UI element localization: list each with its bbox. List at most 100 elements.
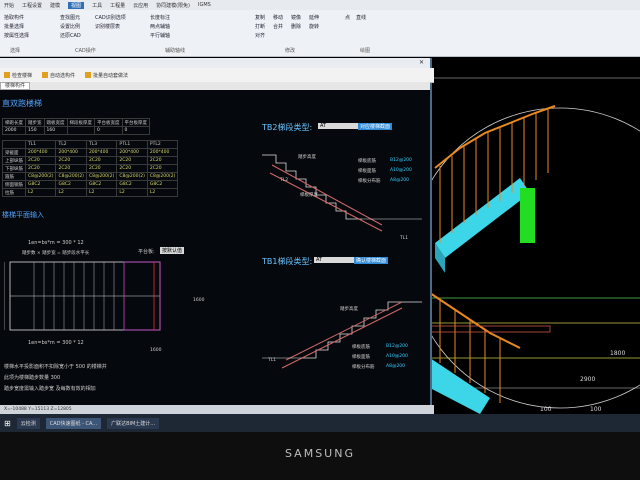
restore-cad-button[interactable]: 还原CAD — [60, 32, 81, 39]
menu-igms[interactable]: IGMS — [198, 2, 211, 8]
cell[interactable]: L2 — [85, 188, 118, 197]
select-by-attr-button[interactable]: 按属性选择 — [4, 32, 29, 39]
cell[interactable]: C8@200(2) — [55, 172, 87, 181]
rotate-button[interactable]: 旋转 — [309, 23, 319, 30]
two-point-axis-button[interactable]: 两点辅轴 — [150, 23, 170, 30]
cell[interactable]: L2 — [24, 188, 57, 197]
cell[interactable]: L2 — [146, 188, 179, 197]
menu-tools[interactable]: 工具 — [92, 2, 102, 9]
tb2-label: 梯板分布筋 — [358, 179, 381, 184]
line-draw-button[interactable]: 直线 — [356, 14, 366, 21]
cell[interactable]: 2C20 — [146, 164, 179, 173]
menu-modeling[interactable]: 建模 — [50, 2, 60, 9]
cell[interactable]: C8@200(2) — [24, 172, 57, 181]
set-scale-button[interactable]: 设置比例 — [60, 23, 81, 30]
parallel-axis-button[interactable]: 平行辅轴 — [150, 32, 170, 39]
taskbar-item[interactable]: 云检测 — [16, 417, 40, 429]
param-header: 踏步宽 — [25, 118, 45, 127]
cell[interactable]: G8C2 — [24, 180, 57, 189]
menu-cloud[interactable]: 云应用 — [133, 2, 148, 9]
param-value[interactable]: 0 — [121, 126, 150, 135]
cell[interactable]: 2C20 — [146, 156, 179, 165]
cell[interactable]: 200*400 — [55, 148, 87, 157]
delete-button[interactable]: 删除 — [291, 23, 301, 30]
menu-collab[interactable]: 协同建模(限免) — [156, 2, 190, 9]
tb2-confirm-button[interactable]: 对应楼梯截面 — [358, 123, 393, 130]
cell[interactable]: 200*400 — [116, 148, 148, 157]
cell[interactable]: 2C20 — [55, 164, 87, 173]
param-value[interactable] — [66, 126, 95, 135]
cell[interactable]: G8C2 — [116, 180, 148, 189]
cell[interactable]: 2C20 — [85, 164, 118, 173]
cad-dim-label: 100 — [590, 406, 602, 413]
close-icon[interactable]: ✕ — [419, 59, 424, 66]
auto-select-label: 自动选构件 — [50, 72, 76, 79]
cell[interactable]: L2 — [55, 188, 87, 197]
cad-canvas[interactable]: 1800 2900 100 100 — [409, 58, 640, 414]
cell[interactable]: C8@200(2) — [146, 172, 179, 181]
batch-select-button[interactable]: 批量选择 — [4, 23, 29, 30]
tb2-value[interactable]: A8@200 — [390, 178, 409, 183]
cell[interactable]: C8@200(2) — [85, 172, 118, 181]
dialog-tabs: 楼梯构件 — [0, 82, 430, 90]
batch-icon — [85, 72, 92, 78]
param-value[interactable]: 160 — [43, 126, 68, 135]
windows-start-icon[interactable]: ⊞ — [4, 419, 11, 428]
param-value[interactable]: 0 — [94, 126, 123, 135]
menu-project-settings[interactable]: 工程设置 — [22, 2, 42, 9]
param-value[interactable]: 150 — [25, 126, 45, 135]
copy-button[interactable]: 复制 — [255, 14, 265, 21]
tab-stair-component[interactable]: 楼梯构件 — [0, 82, 31, 90]
taskbar-item[interactable]: 广联达BIM土建计... — [107, 417, 160, 429]
length-dim-button[interactable]: 长度标注 — [150, 14, 170, 21]
align-button[interactable]: 对齐 — [255, 32, 265, 39]
cell[interactable]: 200*400 — [146, 148, 179, 157]
note-line: 踏步宽度需输入踏步宽 及每数有效的相加 — [4, 386, 96, 392]
tb1-value[interactable]: A10@200 — [386, 354, 408, 359]
cell[interactable]: 200*400 — [85, 148, 118, 157]
pick-component-button[interactable]: 拾取构件 — [4, 14, 29, 21]
cell[interactable]: 2C20 — [85, 156, 118, 165]
cell[interactable]: 2C20 — [116, 156, 148, 165]
cell[interactable]: C8@200(2) — [116, 172, 148, 181]
tb2-value[interactable]: A10@200 — [390, 168, 412, 173]
cell[interactable]: G8C2 — [55, 180, 87, 189]
cell[interactable]: G8C2 — [85, 180, 118, 189]
group-modify: 修改 — [285, 48, 296, 54]
cell[interactable]: 2C20 — [116, 164, 148, 173]
menu-view[interactable]: 视图 — [68, 1, 85, 9]
cell[interactable]: G8C2 — [146, 180, 179, 189]
extend-button[interactable]: 延伸 — [309, 14, 319, 21]
group-axis: 辅助轴线 — [165, 48, 186, 54]
cell[interactable]: 2C20 — [55, 156, 87, 165]
tb1-value[interactable]: A8@200 — [386, 364, 405, 369]
check-stair-button[interactable]: 检查楼梯 — [4, 72, 32, 79]
batch-method-button[interactable]: 批量自动套做法 — [85, 72, 128, 79]
platform-input[interactable]: 按默认值 — [160, 247, 185, 254]
find-element-button[interactable]: 查找图元 — [60, 14, 81, 21]
param-value[interactable]: 2000 — [2, 126, 26, 135]
menu-quantity[interactable]: 工程量 — [110, 2, 125, 9]
mirror-button[interactable]: 镜像 — [291, 14, 301, 21]
point-draw-button[interactable]: 点 — [345, 14, 350, 21]
param-header: 踏板宽度 — [43, 118, 68, 127]
cell[interactable]: L2 — [116, 188, 148, 197]
auto-select-button[interactable]: 自动选构件 — [42, 72, 75, 79]
tb1-value[interactable]: B12@200 — [386, 344, 408, 349]
merge-button[interactable]: 合并 — [273, 23, 283, 30]
tb1-confirm-button[interactable]: 确认楼梯截面 — [354, 257, 389, 264]
group-select: 选择 — [10, 48, 21, 54]
menu-start[interactable]: 开始 — [4, 2, 14, 9]
taskbar-item[interactable]: CAD快速图纸 - CA... — [45, 417, 102, 429]
move-button[interactable]: 移动 — [273, 14, 283, 21]
row-label: 拉筋 — [2, 188, 26, 197]
break-button[interactable]: 打断 — [255, 23, 265, 30]
tb2-value[interactable]: B12@200 — [390, 158, 412, 163]
floor-table-button[interactable]: 识别楼层表 — [95, 23, 126, 30]
cell[interactable]: 2C20 — [24, 164, 57, 173]
cell[interactable]: 200*400 — [24, 148, 57, 157]
tb2-type-select[interactable]: AT — [318, 123, 358, 129]
cad-options-button[interactable]: CAD识别选项 — [95, 14, 126, 21]
cell[interactable]: 2C20 — [24, 156, 57, 165]
tb1-type-select[interactable]: AT — [314, 257, 354, 263]
